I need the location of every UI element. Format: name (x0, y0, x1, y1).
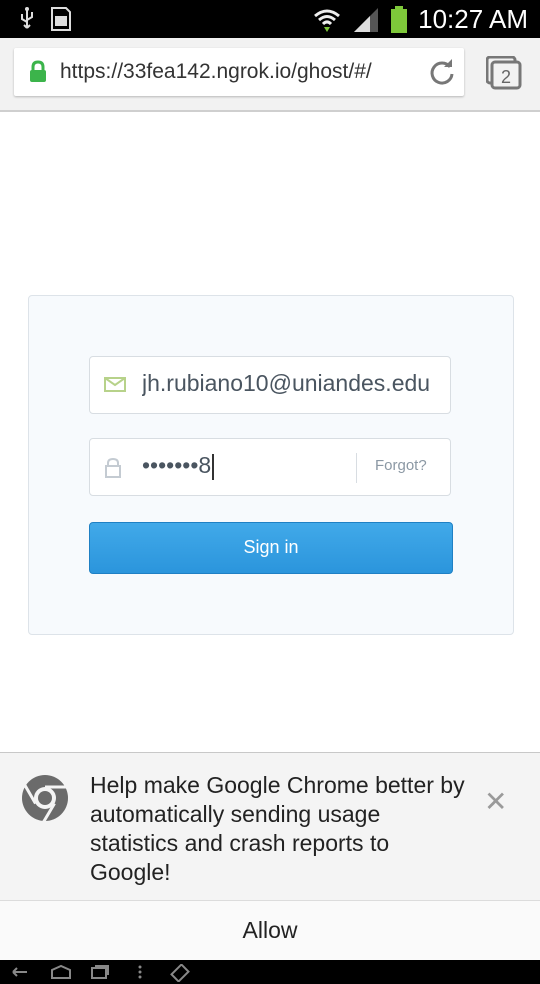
home-icon[interactable] (50, 964, 72, 980)
field-divider (356, 453, 357, 483)
mail-icon (104, 377, 126, 392)
chrome-logo-icon (22, 775, 68, 823)
reload-icon[interactable] (428, 58, 456, 86)
back-icon[interactable] (10, 964, 30, 980)
text-cursor (212, 453, 215, 480)
close-icon[interactable]: ✕ (484, 785, 507, 818)
wifi-icon (314, 9, 341, 32)
signal-icon (354, 7, 379, 32)
secure-lock-icon (30, 60, 46, 82)
allow-button[interactable]: Allow (0, 917, 540, 944)
password-value: •••••••8 (142, 452, 212, 478)
tabs-icon: 2 (485, 55, 522, 90)
system-nav-bar (0, 960, 540, 984)
password-field[interactable]: •••••••8 Forgot? (89, 438, 451, 496)
forgot-password-link[interactable]: Forgot? (375, 457, 427, 474)
allow-bar: Allow (0, 900, 540, 961)
sign-in-button[interactable]: Sign in (89, 522, 453, 574)
tab-switcher-button[interactable]: 2 (485, 55, 522, 95)
browser-toolbar: https://33fea142.ngrok.io/ghost/#/ 2 (0, 38, 540, 112)
email-field[interactable]: jh.rubiano10@uniandes.edu (89, 356, 451, 414)
recent-apps-icon[interactable] (90, 964, 110, 980)
status-right-icons: 10:27 AM (312, 4, 528, 35)
chrome-usage-infobar: Help make Google Chrome better by automa… (0, 752, 540, 901)
sd-card-icon (51, 7, 71, 31)
url-text[interactable]: https://33fea142.ngrok.io/ghost/#/ (60, 60, 432, 84)
tab-count: 2 (501, 67, 511, 87)
password-input[interactable]: •••••••8 (142, 452, 342, 480)
login-card: jh.rubiano10@uniandes.edu •••••••8 Forgo… (28, 295, 514, 635)
infobar-message: Help make Google Chrome better by automa… (90, 772, 465, 885)
omnibox[interactable]: https://33fea142.ngrok.io/ghost/#/ (14, 48, 464, 96)
status-left-icons (18, 6, 72, 32)
usb-icon (21, 7, 33, 29)
screen-rotate-icon[interactable] (170, 964, 190, 982)
lock-icon (105, 457, 121, 478)
battery-icon (391, 5, 408, 33)
status-time: 10:27 AM (418, 4, 528, 34)
menu-icon[interactable] (136, 964, 144, 980)
status-bar: 10:27 AM (0, 0, 540, 38)
email-input[interactable]: jh.rubiano10@uniandes.edu (142, 370, 442, 397)
